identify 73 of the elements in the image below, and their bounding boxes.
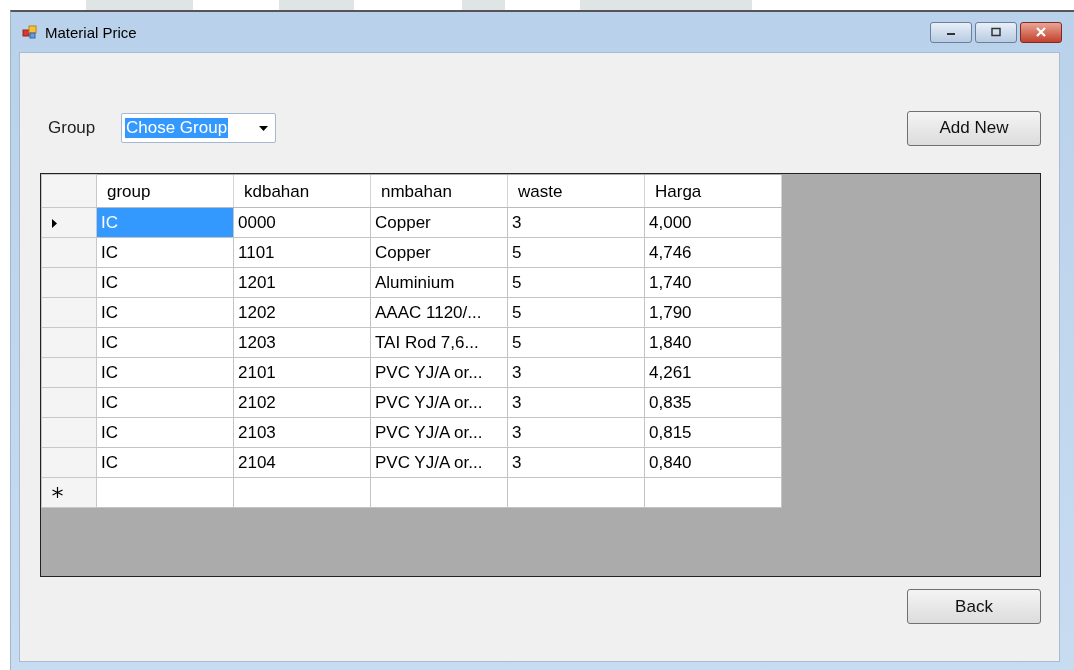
table-cell: IC [96,237,234,268]
close-icon [1034,27,1048,37]
table-cell: 4,261 [644,357,782,388]
table-cell: IC [96,327,234,358]
table-cell: 0,815 [644,417,782,448]
column-header[interactable]: waste [507,174,645,208]
add-new-button[interactable]: Add New [907,110,1041,146]
maximize-icon [990,27,1002,37]
minimize-button[interactable] [930,21,972,43]
back-button[interactable]: Back [907,589,1041,624]
table-cell: 3 [507,447,645,478]
row-header[interactable] [41,357,97,388]
table-cell: 2101 [233,357,371,388]
row-header[interactable] [41,447,97,478]
close-button[interactable] [1020,21,1062,43]
table-cell: PVC YJ/A or... [370,387,508,418]
table-cell: 5 [507,297,645,328]
table-cell: 3 [507,207,645,238]
row-header[interactable] [41,327,97,358]
row-header[interactable] [41,267,97,298]
group-label: Group [48,118,97,138]
row-header[interactable] [41,387,97,418]
table-cell: PVC YJ/A or... [370,357,508,388]
maximize-button[interactable] [975,21,1017,43]
table-cell: PVC YJ/A or... [370,447,508,478]
table-cell: IC [96,357,234,388]
row-header[interactable] [41,297,97,328]
new-row-icon [52,486,63,498]
table-cell: 4,000 [644,207,782,238]
column-header[interactable]: kdbahan [233,174,371,208]
table-cell: 5 [507,267,645,298]
column-header[interactable]: group [96,174,234,208]
table-cell: IC [96,417,234,448]
table-cell: 5 [507,327,645,358]
window-title: Material Price [45,23,137,41]
table-cell: IC [96,387,234,418]
table-cell: IC [96,297,234,328]
table-cell: 0,835 [644,387,782,418]
table-cell: 0,840 [644,447,782,478]
table-cell: AAAC 1120/... [370,297,508,328]
app-icon [22,25,38,39]
table-cell: 1,740 [644,267,782,298]
caret-icon [259,125,268,131]
table-cell: 3 [507,387,645,418]
table-cell: 5 [507,237,645,268]
table-cell: Aluminium [370,267,508,298]
table-cell: IC [96,267,234,298]
column-header[interactable]: Harga [644,174,782,208]
row-header[interactable] [41,417,97,448]
corner-header [41,174,97,208]
table-cell: 3 [507,417,645,448]
row-header[interactable] [41,477,97,508]
column-header[interactable]: nmbahan [370,174,508,208]
table-cell: 2103 [233,417,371,448]
table-cell: PVC YJ/A or... [370,417,508,448]
table-cell: 1203 [233,327,371,358]
table-cell: 2102 [233,387,371,418]
table-cell: 1201 [233,267,371,298]
row-header[interactable] [41,207,97,238]
table-cell: 1101 [233,237,371,268]
table-cell: Copper [370,207,508,238]
table-cell: 0000 [233,207,371,238]
row-header[interactable] [41,237,97,268]
table-cell: 1202 [233,297,371,328]
table-cell: 3 [507,357,645,388]
table-cell: 2104 [233,447,371,478]
table-cell: Copper [370,237,508,268]
table-cell: IC [96,447,234,478]
table-cell: 1,840 [644,327,782,358]
table-cell: IC [96,207,234,238]
table-cell: 4,746 [644,237,782,268]
table-cell: 1,790 [644,297,782,328]
table-cell: TAI Rod 7,6... [370,327,508,358]
